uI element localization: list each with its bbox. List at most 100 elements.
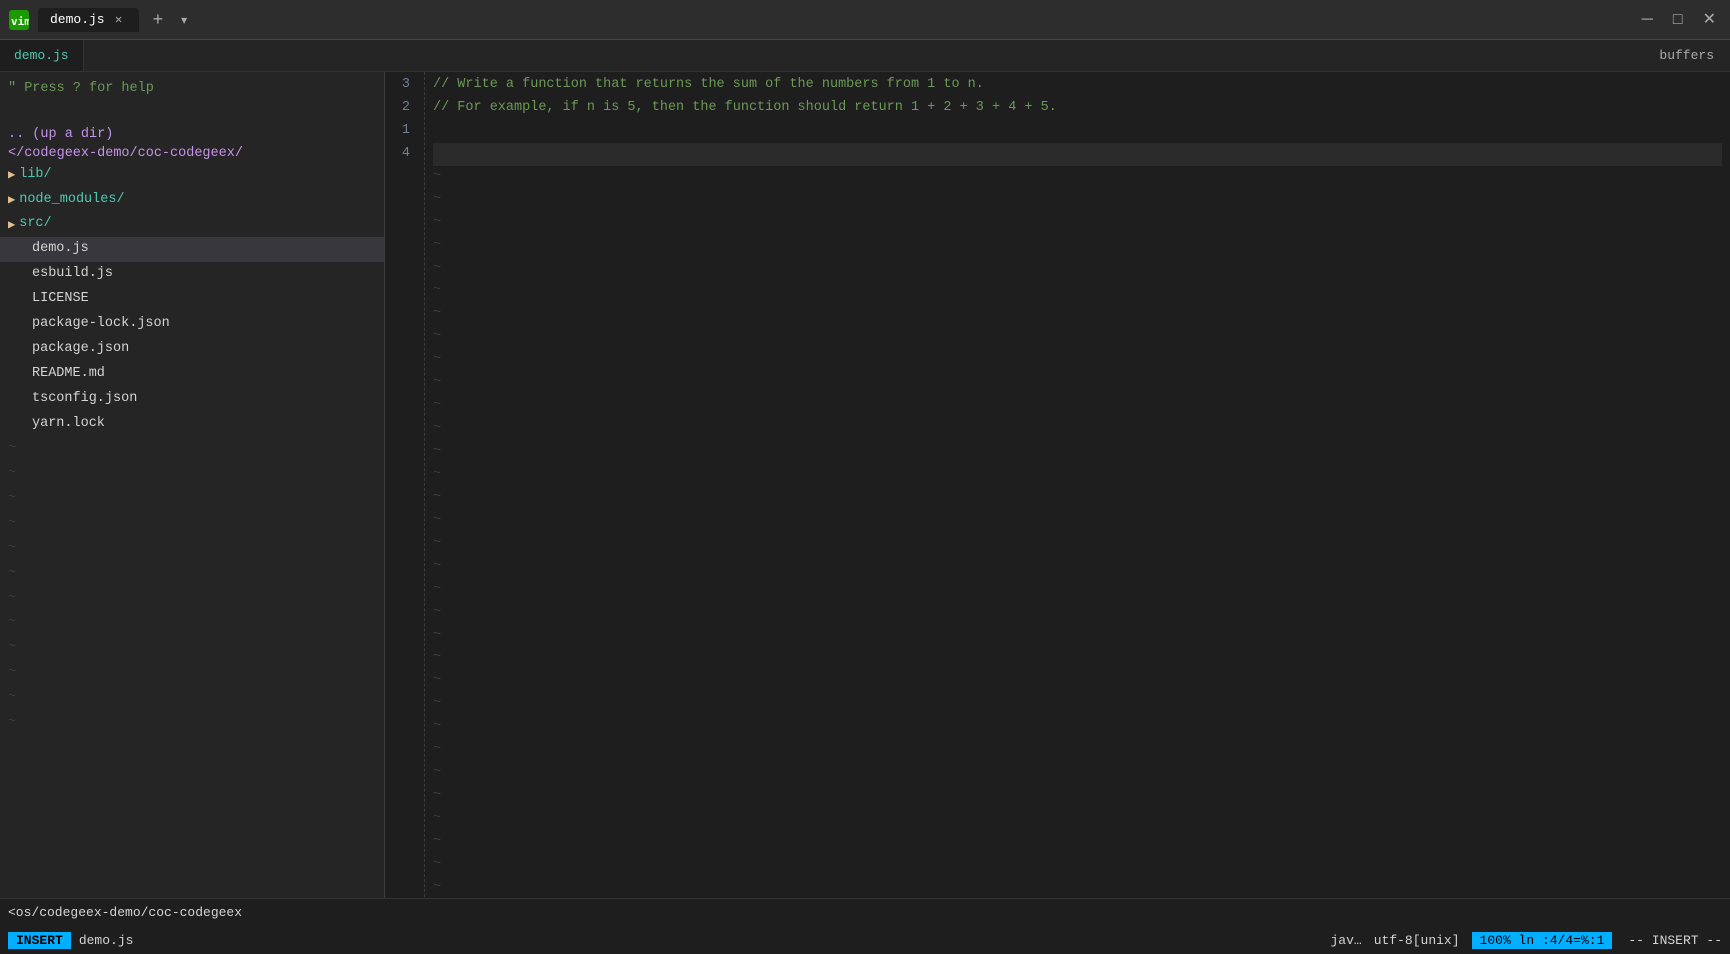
folder-name-node-modules: node_modules/ — [19, 189, 124, 212]
tab-label: demo.js — [50, 12, 105, 27]
sidebar-tilde-line: ~ — [0, 661, 384, 686]
maximize-button[interactable]: □ — [1667, 10, 1689, 30]
editor-gutter: 3 2 1 4 — [385, 72, 425, 898]
editor-tilde-line: ~ — [433, 647, 1722, 670]
line-num-2: 2 — [402, 97, 418, 120]
editor-tilde-line: ~ — [433, 670, 1722, 693]
editor-tilde-line: ~ — [433, 716, 1722, 739]
file-name-package-lock: package-lock.json — [8, 313, 170, 336]
editor-tilde-line: ~ — [433, 349, 1722, 372]
sidebar-item-esbuild-js[interactable]: esbuild.js — [0, 262, 384, 287]
sidebar-item-node-modules[interactable]: ▶ node_modules/ — [0, 188, 384, 213]
file-name-demo-js: demo.js — [8, 238, 89, 261]
minimize-button[interactable]: ─ — [1636, 10, 1659, 30]
status-bar-path: <os/codegeex-demo/coc-codegeex — [0, 898, 1730, 926]
editor-tilde-line: ~ — [433, 487, 1722, 510]
sidebar-item-tsconfig[interactable]: tsconfig.json — [0, 387, 384, 412]
title-bar: vim demo.js ✕ + ▾ ─ □ ✕ — [0, 0, 1730, 40]
editor-tilde-line: ~ — [433, 877, 1722, 898]
sidebar-tilde-lines: ~~~~~~~~~~~~ — [0, 437, 384, 736]
editor-with-gutter: 3 2 1 4 // Write a function that returns… — [385, 72, 1730, 898]
close-button[interactable]: ✕ — [1697, 10, 1722, 30]
editor-tilde-line: ~ — [433, 212, 1722, 235]
editor-tilde-line: ~ — [433, 280, 1722, 303]
file-name-esbuild-js: esbuild.js — [8, 263, 113, 286]
editor-tilde-line: ~ — [433, 326, 1722, 349]
file-tree-sidebar: " Press ? for help .. (up a dir) </codeg… — [0, 72, 385, 898]
chevron-right-icon: ▶ — [8, 215, 15, 235]
sidebar-item-readme[interactable]: README.md — [0, 362, 384, 387]
content-row: " Press ? for help .. (up a dir) </codeg… — [0, 72, 1730, 898]
line-num-1: 1 — [402, 120, 418, 143]
sidebar-item-yarn-lock[interactable]: yarn.lock — [0, 412, 384, 437]
sidebar-item-package-json[interactable]: package.json — [0, 337, 384, 362]
sidebar-tilde-line: ~ — [0, 562, 384, 587]
folder-name-lib: lib/ — [19, 164, 51, 187]
sidebar-tilde-line: ~ — [0, 711, 384, 736]
status-right: jav… utf-8[unix] 100% ln :4/4=%:1 — [1331, 932, 1613, 949]
sidebar-item-demo-js[interactable]: demo.js — [0, 237, 384, 262]
editor-tilde-line: ~ — [433, 258, 1722, 281]
sidebar-root-dir: </codegeex-demo/coc-codegeex/ — [0, 144, 384, 163]
sidebar-tilde-line: ~ — [0, 462, 384, 487]
sidebar-tilde-line: ~ — [0, 611, 384, 636]
file-name-package-json: package.json — [8, 338, 129, 361]
editor-tilde-lines: ~~~~~~~~~~~~~~~~~~~~~~~~~~~~~~~~ — [433, 166, 1722, 898]
editor-tilde-line: ~ — [433, 418, 1722, 441]
sidebar-help-text: " Press ? for help — [0, 76, 384, 102]
sidebar-tilde-line: ~ — [0, 512, 384, 537]
sidebar-tilde-line: ~ — [0, 437, 384, 462]
editor-tilde-line: ~ — [433, 372, 1722, 395]
chevron-right-icon: ▶ — [8, 165, 15, 185]
editor-tilde-line: ~ — [433, 785, 1722, 808]
buffer-tab-demo[interactable]: demo.js — [0, 40, 84, 71]
app-window: vim demo.js ✕ + ▾ ─ □ ✕ demo.js buffers … — [0, 0, 1730, 954]
editor-tilde-line: ~ — [433, 510, 1722, 533]
sidebar-tilde-line: ~ — [0, 487, 384, 512]
sidebar-empty-line — [0, 102, 384, 125]
editor-tilde-line: ~ — [433, 556, 1722, 579]
buffer-tab-bar: demo.js buffers — [0, 40, 1730, 72]
editor-tilde-line: ~ — [433, 533, 1722, 556]
title-bar-left: vim demo.js ✕ + ▾ — [8, 8, 191, 32]
editor-tilde-line: ~ — [433, 625, 1722, 648]
sidebar-nav-up[interactable]: .. (up a dir) — [0, 125, 384, 144]
sidebar-tilde-line: ~ — [0, 587, 384, 612]
chevron-right-icon: ▶ — [8, 190, 15, 210]
editor-tilde-line: ~ — [433, 235, 1722, 258]
editor-tilde-line: ~ — [433, 762, 1722, 785]
sidebar-item-lib[interactable]: ▶ lib/ — [0, 163, 384, 188]
editor-line-2: // For example, if n is 5, then the func… — [433, 97, 1722, 120]
insert-mode-label: -- INSERT -- — [1628, 933, 1722, 948]
status-filename: demo.js — [79, 933, 134, 948]
sidebar-item-license[interactable]: LICENSE — [0, 287, 384, 312]
insert-mode-badge: INSERT — [8, 932, 71, 949]
editor-area[interactable]: 3 2 1 4 // Write a function that returns… — [385, 72, 1730, 898]
status-bar-vim: INSERT demo.js jav… utf-8[unix] 100% ln … — [0, 926, 1730, 954]
editor-tilde-line: ~ — [433, 441, 1722, 464]
file-name-license: LICENSE — [8, 288, 89, 311]
tab-dropdown-button[interactable]: ▾ — [177, 13, 191, 27]
editor-tilde-line: ~ — [433, 693, 1722, 716]
status-language: jav… — [1331, 933, 1362, 948]
file-name-tsconfig: tsconfig.json — [8, 388, 137, 411]
buffer-tab-label: demo.js — [14, 48, 69, 63]
active-tab[interactable]: demo.js ✕ — [38, 8, 139, 32]
status-encoding: utf-8[unix] — [1374, 933, 1460, 948]
editor-tilde-line: ~ — [433, 808, 1722, 831]
tab-close-button[interactable]: ✕ — [111, 12, 127, 28]
file-name-readme: README.md — [8, 363, 105, 386]
editor-tilde-line: ~ — [433, 166, 1722, 189]
sidebar-tilde-line: ~ — [0, 537, 384, 562]
new-tab-button[interactable]: + — [147, 9, 170, 30]
status-path-text: <os/codegeex-demo/coc-codegeex — [8, 905, 242, 920]
editor-tilde-line: ~ — [433, 464, 1722, 487]
editor-tilde-line: ~ — [433, 303, 1722, 326]
sidebar-item-package-lock[interactable]: package-lock.json — [0, 312, 384, 337]
editor-tilde-line: ~ — [433, 189, 1722, 212]
svg-text:vim: vim — [11, 15, 29, 28]
editor-tilde-line: ~ — [433, 831, 1722, 854]
editor-tilde-line: ~ — [433, 602, 1722, 625]
editor-lines[interactable]: // Write a function that returns the sum… — [425, 72, 1730, 898]
sidebar-item-src[interactable]: ▶ src/ — [0, 212, 384, 237]
